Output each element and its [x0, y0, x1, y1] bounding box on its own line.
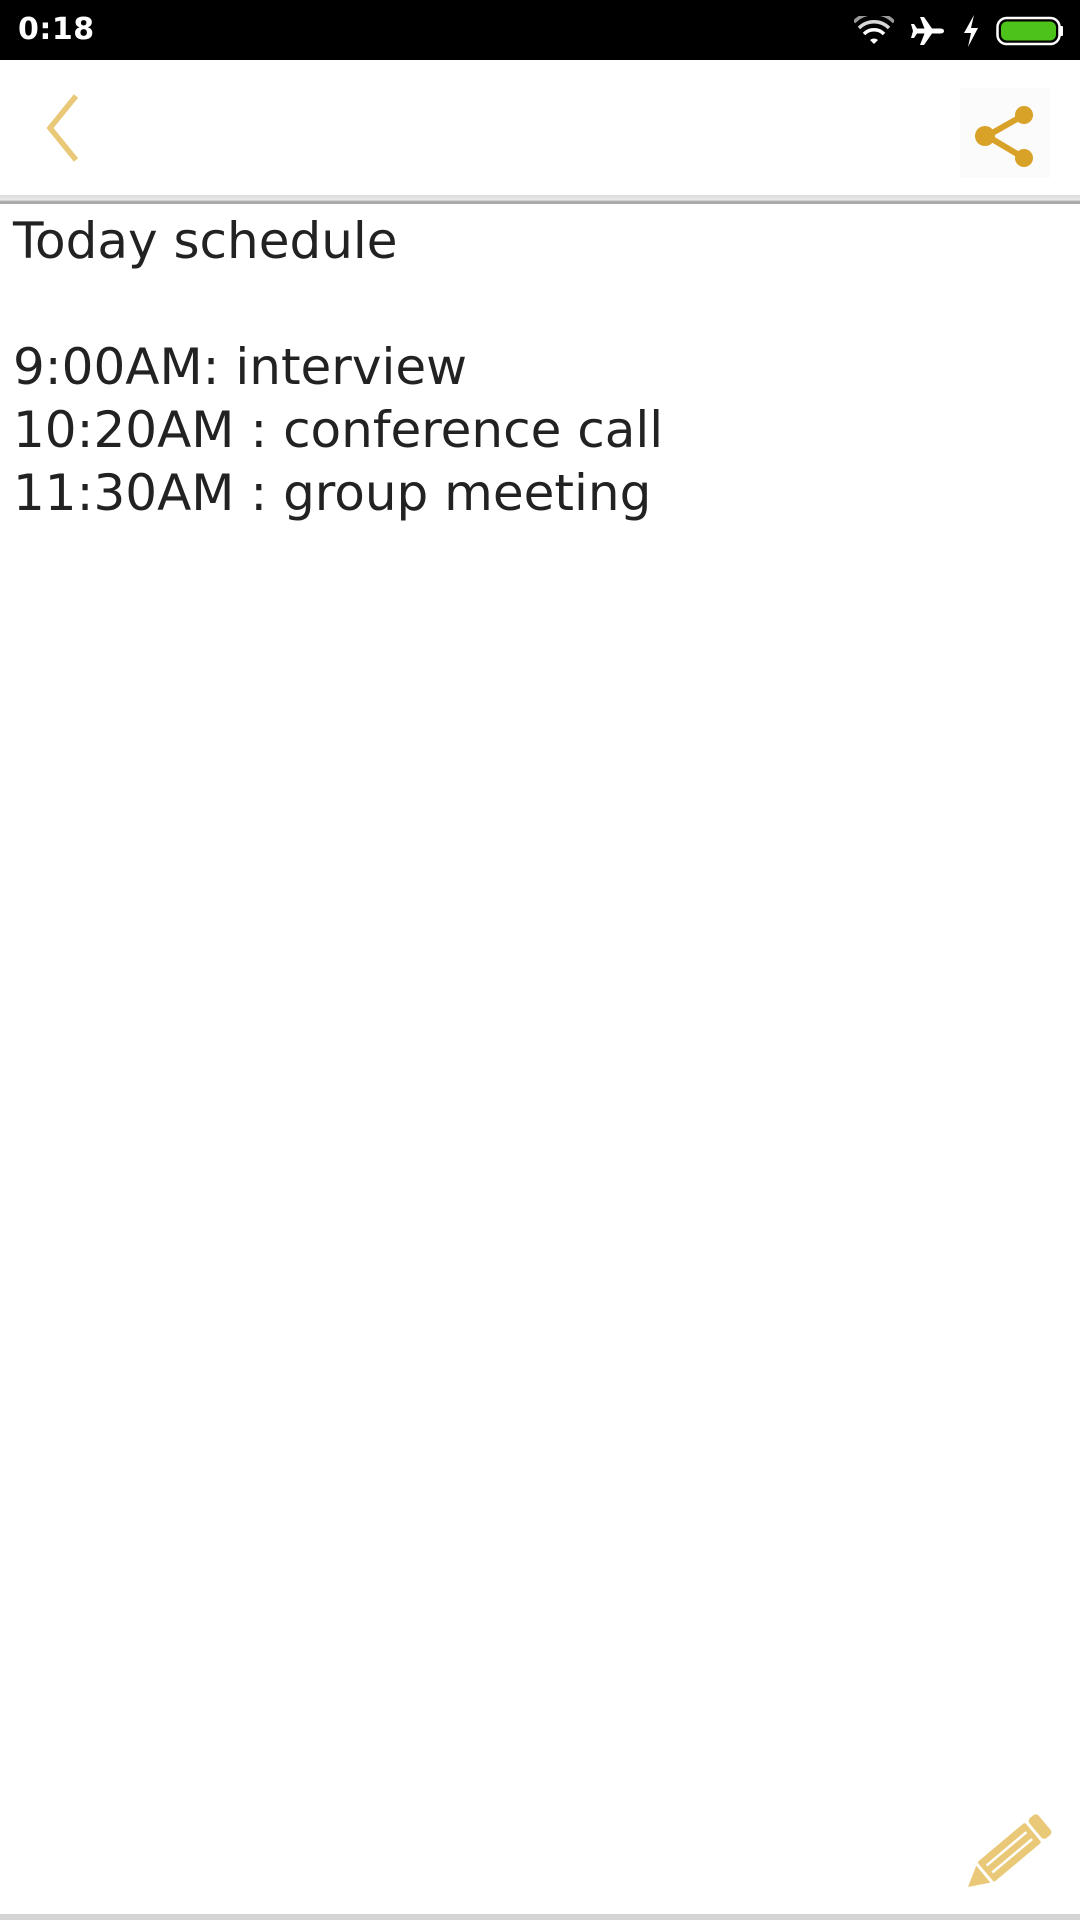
battery-icon [996, 15, 1064, 47]
toolbar-divider [0, 195, 1080, 204]
chevron-left-icon [30, 94, 100, 170]
back-button[interactable] [30, 90, 100, 166]
toolbar [0, 60, 1080, 195]
status-bar: 0:18 [0, 0, 1080, 60]
note-line-group-meeting: 11:30AM : group meeting [13, 464, 652, 522]
charging-icon [962, 15, 980, 47]
note-title-line: Today schedule [13, 212, 398, 270]
status-time: 0:18 [18, 12, 95, 47]
status-icons [854, 14, 1064, 48]
airplane-mode-icon [910, 15, 946, 47]
share-button[interactable] [960, 88, 1050, 178]
wifi-icon [854, 16, 894, 46]
edit-button[interactable] [960, 1805, 1060, 1895]
note-detail-screen: 0:18 Today schedule 9:00AM: interview 10… [0, 0, 1080, 1920]
note-content[interactable]: Today schedule 9:00AM: interview 10:20AM… [13, 210, 1063, 525]
note-line-interview: 9:00AM: interview [13, 338, 468, 396]
note-line-conference-call: 10:20AM : conference call [13, 401, 664, 459]
pencil-icon [960, 1814, 1060, 1899]
bottom-divider [0, 1914, 1080, 1920]
share-icon [960, 106, 1050, 182]
note-blank-line [13, 273, 1063, 336]
